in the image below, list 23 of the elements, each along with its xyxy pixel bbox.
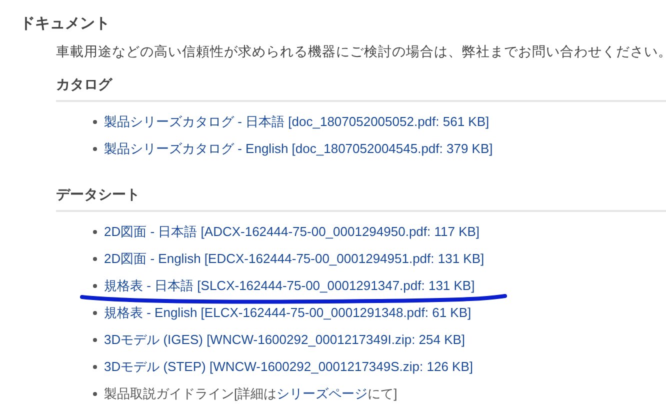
bullet-icon: [93, 256, 97, 260]
bullet-icon: [93, 338, 97, 342]
document-link[interactable]: 3Dモデル (IGES) [WNCW-1600292_0001217349I.zip: 254 KB]: [104, 330, 466, 348]
bullet-icon: [93, 146, 97, 150]
subsection-heading: データシート: [56, 184, 666, 212]
document-link[interactable]: 規格表 - 日本語 [SLCX-162444-75-00_0001291347.pdf: 131 KB]: [104, 276, 475, 294]
subsection-heading: カタログ: [56, 74, 666, 102]
document-link[interactable]: 2D図面 - 日本語 [ADCX-162444-75-00_0001294950.pdf: 117 KB]: [104, 222, 480, 240]
bullet-icon: [93, 230, 97, 234]
notice-text: 車載用途などの高い信頼性が求められる機器にご検討の場合は、弊社までお問い合わせください。: [56, 43, 666, 61]
guideline-text: 製品取説ガイドライン[詳細はシリーズページにて]: [104, 384, 398, 402]
bullet-icon: [93, 284, 97, 288]
document-link[interactable]: 製品シリーズカタログ - English [doc_1807052004545.pdf: 379 KB]: [104, 140, 493, 158]
bullet-icon: [93, 120, 97, 124]
bullet-icon: [93, 364, 97, 368]
series-page-link[interactable]: シリーズページ: [276, 386, 368, 400]
document-link[interactable]: 2D図面 - English [EDCX-162444-75-00_0001294951.pdf: 131 KB]: [104, 250, 484, 268]
bullet-icon: [93, 310, 97, 314]
document-link[interactable]: 規格表 - English [ELCX-162444-75-00_0001291348.pdf: 61 KB]: [104, 304, 472, 322]
section-title: ドキュメント: [20, 14, 111, 34]
bullet-icon: [93, 392, 97, 396]
document-link[interactable]: 3Dモデル (STEP) [WNCW-1600292_0001217349S.zip: 126 KB]: [104, 358, 473, 376]
document-link[interactable]: 製品シリーズカタログ - 日本語 [doc_1807052005052.pdf: 561 KB]: [104, 112, 490, 130]
